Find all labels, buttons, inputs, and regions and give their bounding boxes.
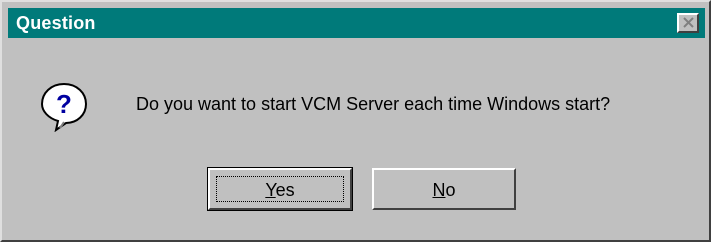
no-label: No: [374, 179, 514, 201]
yes-button[interactable]: Yes: [207, 167, 353, 211]
close-button[interactable]: [677, 13, 699, 33]
yes-mnemonic: Y: [265, 180, 276, 200]
no-label-rest: o: [445, 180, 456, 200]
title-bar[interactable]: Question: [8, 8, 705, 38]
question-icon: ?: [38, 80, 90, 133]
svg-text:?: ?: [56, 89, 72, 119]
message-text: Do you want to start VCM Server each tim…: [136, 94, 611, 114]
question-dialog: Question ? Do you want to start VCM Serv…: [0, 0, 711, 242]
yes-label: Yes: [210, 179, 350, 201]
no-mnemonic: N: [432, 180, 446, 200]
close-icon: [683, 17, 694, 28]
yes-label-rest: es: [275, 180, 295, 200]
window-title: Question: [16, 13, 96, 33]
no-button[interactable]: No: [372, 168, 516, 210]
